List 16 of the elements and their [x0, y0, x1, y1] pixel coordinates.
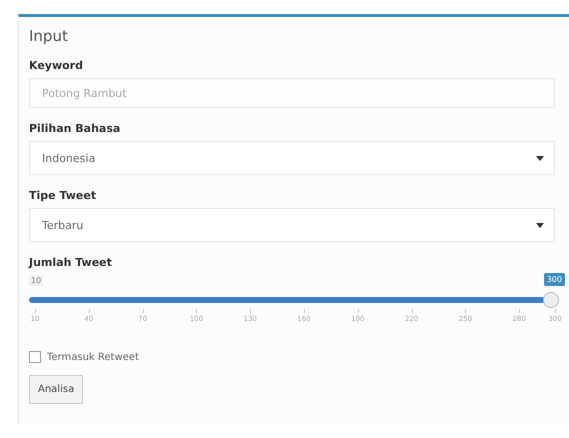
caret-icon	[536, 156, 544, 160]
checkbox[interactable]	[29, 351, 41, 363]
dropdown[interactable]: Terbaru	[29, 208, 555, 242]
checkbox-label: Termasuk Retweet	[47, 352, 139, 362]
field-label: Jumlah Tweet	[29, 256, 113, 269]
value-label: 300	[544, 273, 565, 286]
field-label: Tipe Tweet	[29, 189, 98, 202]
min-label: 10	[29, 275, 44, 286]
slider-handle[interactable]	[543, 292, 559, 308]
analyze-button[interactable]: Analisa	[29, 375, 84, 404]
dropdown[interactable]: Indonesia	[29, 141, 555, 175]
field-label: Keyword	[29, 59, 84, 72]
field-label: Pilihan Bahasa	[29, 122, 122, 135]
keyword-field[interactable]: Potong Rambut	[29, 78, 555, 108]
panel-title: Input	[29, 27, 69, 45]
caret-icon	[536, 222, 544, 228]
